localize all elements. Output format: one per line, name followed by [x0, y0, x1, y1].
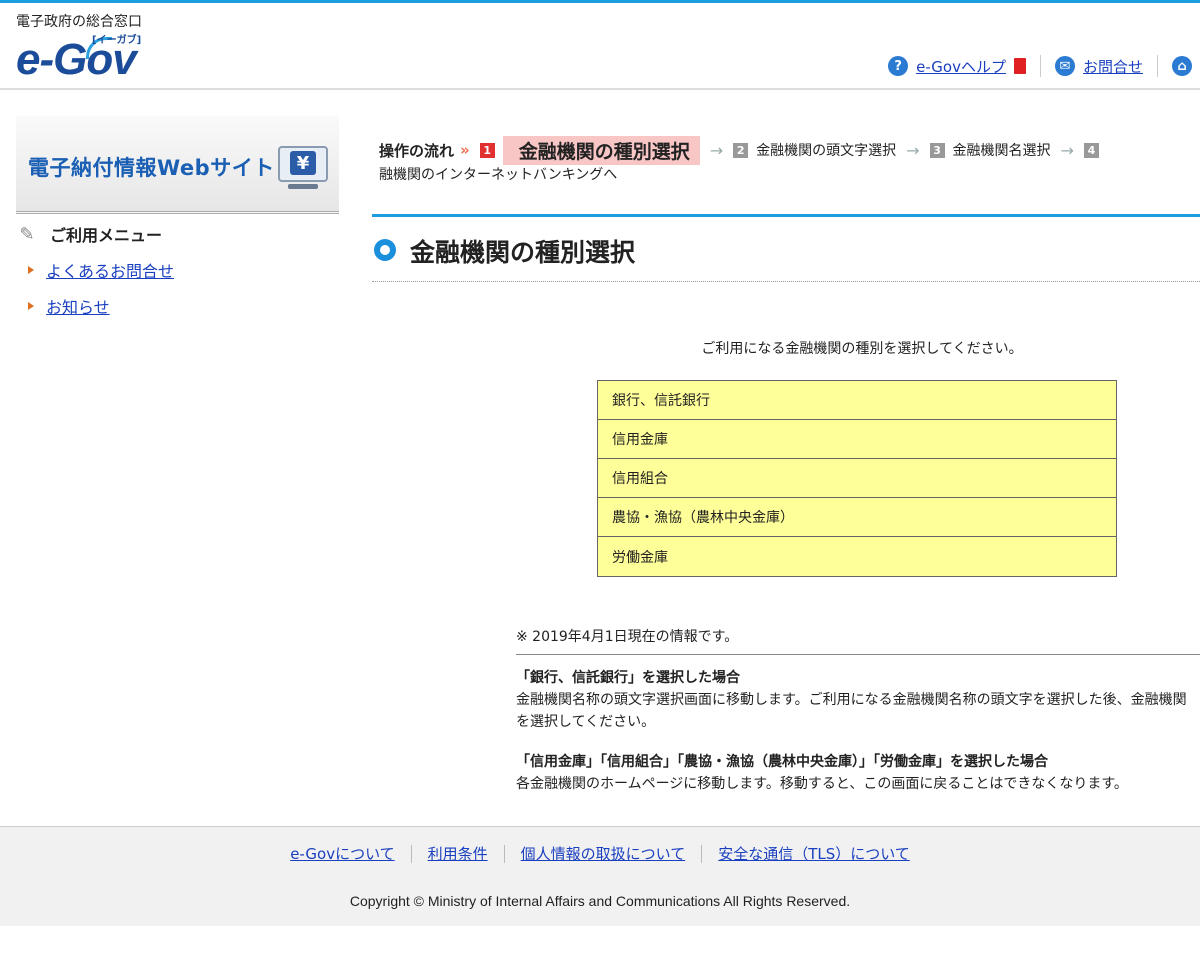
egov-logo[interactable]: [イーガブ] e-Gov [16, 33, 166, 85]
step-number: 4 [1083, 142, 1099, 158]
flow-step: 金融機関の頭文字選択 [756, 143, 897, 159]
double-chevron-icon: » [460, 141, 470, 159]
payment-site-banner[interactable]: 電子納付情報Webサイト ¥ [16, 116, 339, 214]
footer-divider [410, 844, 412, 863]
book-icon [1013, 58, 1026, 74]
step-number: 2 [733, 142, 749, 158]
step-number: 1 [479, 142, 495, 158]
note1-body: 金融機関名称の頭文字選択画面に移動します。ご利用になる金融機関名称の頭文字を選択… [516, 692, 1187, 730]
choice-shinkin[interactable]: 信用金庫 [598, 420, 1116, 459]
operation-flow: 操作の流れ » 1 金融機関の種別選択 → 2 金融機関の頭文字選択 → 3 金… [379, 135, 1200, 184]
site-footer: e-Govについて 利用条件 個人情報の取扱について 安全な通信（TLS）につい… [0, 826, 1200, 926]
arrow-right-icon: → [906, 140, 920, 160]
footer-link-tls[interactable]: 安全な通信（TLS）について [718, 843, 910, 864]
circle-bullet-icon [374, 239, 396, 261]
arrow-right-icon: → [709, 140, 724, 160]
sidebar-item-faq[interactable]: よくあるお問合せ [16, 258, 339, 282]
news-link[interactable]: お知らせ [46, 294, 110, 318]
triangle-bullet-icon [28, 266, 34, 274]
choice-bank[interactable]: 銀行、信託銀行 [598, 381, 1116, 420]
faq-link[interactable]: よくあるお問合せ [46, 258, 174, 282]
flow-continuation: 融機関のインターネットバンキングへ [379, 167, 618, 183]
footer-link-privacy[interactable]: 個人情報の取扱について [521, 843, 686, 864]
flow-label: 操作の流れ [379, 141, 455, 160]
menu-title: ご利用メニュー [50, 226, 163, 245]
sidebar-item-news[interactable]: お知らせ [16, 294, 339, 318]
current-step: 金融機関の種別選択 [502, 135, 700, 165]
help-link[interactable]: e-Govヘルプ [916, 56, 1006, 77]
note1-heading: 「銀行、信託銀行」を選択した場合 [516, 670, 740, 686]
header-nav: ? e-Govヘルプ ✉ お問合せ ⌂ [888, 55, 1200, 77]
notes: ※ 2019年4月1日現在の情報です。 「銀行、信託銀行」を選択した場合 金融機… [516, 626, 1200, 795]
footer-divider [701, 844, 703, 863]
help-icon: ? [888, 56, 909, 76]
footer-divider [503, 844, 505, 863]
site-subtitle: 電子政府の総合窓口 [16, 14, 142, 30]
monitor-yen-icon: ¥ [278, 146, 328, 190]
footer-link-terms[interactable]: 利用条件 [428, 843, 488, 864]
page-title-bar: 金融機関の種別選択 [372, 214, 1200, 282]
banner-title: 電子納付情報Webサイト [28, 156, 275, 180]
note2-body: 各金融機関のホームページに移動します。移動すると、この画面に戻ることはできなくな… [516, 776, 1128, 792]
footer-link-about[interactable]: e-Govについて [290, 843, 394, 864]
footer-links: e-Govについて 利用条件 個人情報の取扱について 安全な通信（TLS）につい… [0, 843, 1200, 864]
note2-heading: 「信用金庫」「信用組合」「農協・漁協（農林中央金庫）」「労働金庫」を選択した場合 [516, 754, 1048, 770]
step-number: 3 [929, 142, 945, 158]
note-date: ※ 2019年4月1日現在の情報です。 [516, 626, 1200, 655]
nav-divider [1039, 55, 1041, 77]
choice-credit-union[interactable]: 信用組合 [598, 459, 1116, 498]
triangle-bullet-icon [28, 302, 34, 310]
menu-heading: ✎ ご利用メニュー [16, 222, 339, 246]
copyright: Copyright © Ministry of Internal Affairs… [349, 893, 851, 909]
choice-labor-bank[interactable]: 労働金庫 [598, 537, 1116, 576]
mail-icon: ✉ [1054, 56, 1075, 76]
sitemap-icon[interactable]: ⌂ [1172, 56, 1192, 76]
flow-step: 金融機関名選択 [952, 143, 1051, 159]
sidebar: 電子納付情報Webサイト ¥ ✎ ご利用メニュー よくあるお問合せ お知らせ [16, 116, 339, 318]
choice-ja-jf[interactable]: 農協・漁協（農林中央金庫） [598, 498, 1116, 537]
nav-divider [1157, 55, 1158, 77]
arrow-right-icon: → [1060, 140, 1074, 160]
institution-type-list: 銀行、信託銀行 信用金庫 信用組合 農協・漁協（農林中央金庫） 労働金庫 [597, 380, 1117, 577]
logo-text: e-Gov [16, 35, 137, 84]
site-header: 電子政府の総合窓口 [イーガブ] e-Gov ? e-Govヘルプ ✉ お問合せ… [0, 3, 1200, 90]
contact-link[interactable]: お問合せ [1083, 56, 1143, 77]
page-title: 金融機関の種別選択 [410, 238, 636, 267]
paperclip-icon: ✎ [19, 223, 35, 245]
instruction-text: ご利用になる金融機関の種別を選択してください。 [701, 341, 1023, 357]
